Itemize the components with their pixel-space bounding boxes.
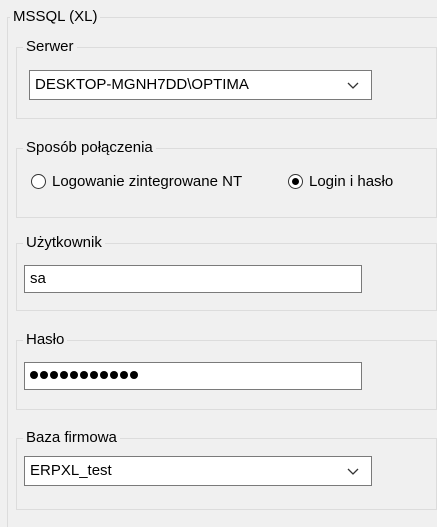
password-mask-dot: [60, 371, 68, 379]
chevron-down-icon[interactable]: [347, 465, 359, 477]
company-db-combobox-value: ERPXL_test: [30, 462, 112, 479]
password-mask-dot: [80, 371, 88, 379]
radio-login-password-circle[interactable]: [288, 174, 303, 189]
radio-login-password[interactable]: Login i hasło: [288, 173, 393, 190]
password-input[interactable]: [24, 362, 362, 390]
connection-label: Sposób połączenia: [23, 139, 156, 157]
password-mask-dot: [100, 371, 108, 379]
server-group: Serwer DESKTOP-MGNH7DD\OPTIMA: [16, 38, 437, 119]
password-mask: [30, 371, 138, 379]
password-mask-dot: [90, 371, 98, 379]
radio-login-password-label: Login i hasło: [309, 173, 394, 190]
server-combobox[interactable]: DESKTOP-MGNH7DD\OPTIMA: [29, 70, 372, 100]
user-group: Użytkownik sa: [16, 234, 437, 311]
password-mask-dot: [130, 371, 138, 379]
company-db-label: Baza firmowa: [23, 429, 120, 447]
password-mask-dot: [50, 371, 58, 379]
company-db-combobox[interactable]: ERPXL_test: [24, 456, 372, 486]
user-label: Użytkownik: [23, 234, 105, 252]
password-mask-dot: [40, 371, 48, 379]
mssql-group-title: MSSQL (XL): [10, 8, 101, 26]
password-mask-dot: [120, 371, 128, 379]
password-mask-dot: [70, 371, 78, 379]
password-mask-dot: [110, 371, 118, 379]
radio-integrated-nt-circle[interactable]: [31, 174, 46, 189]
password-mask-dot: [30, 371, 38, 379]
radio-integrated-nt[interactable]: Logowanie zintegrowane NT: [31, 173, 242, 190]
server-label: Serwer: [23, 38, 77, 56]
server-combobox-value: DESKTOP-MGNH7DD\OPTIMA: [35, 76, 249, 93]
user-input-value: sa: [30, 270, 46, 287]
company-db-group: Baza firmowa ERPXL_test: [16, 429, 437, 510]
password-label: Hasło: [23, 331, 68, 349]
chevron-down-icon[interactable]: [347, 79, 359, 91]
password-group: Hasło: [16, 331, 437, 410]
radio-integrated-nt-label: Logowanie zintegrowane NT: [52, 173, 243, 190]
user-input[interactable]: sa: [24, 265, 362, 293]
connection-group: Sposób połączenia Logowanie zintegrowane…: [16, 139, 437, 218]
